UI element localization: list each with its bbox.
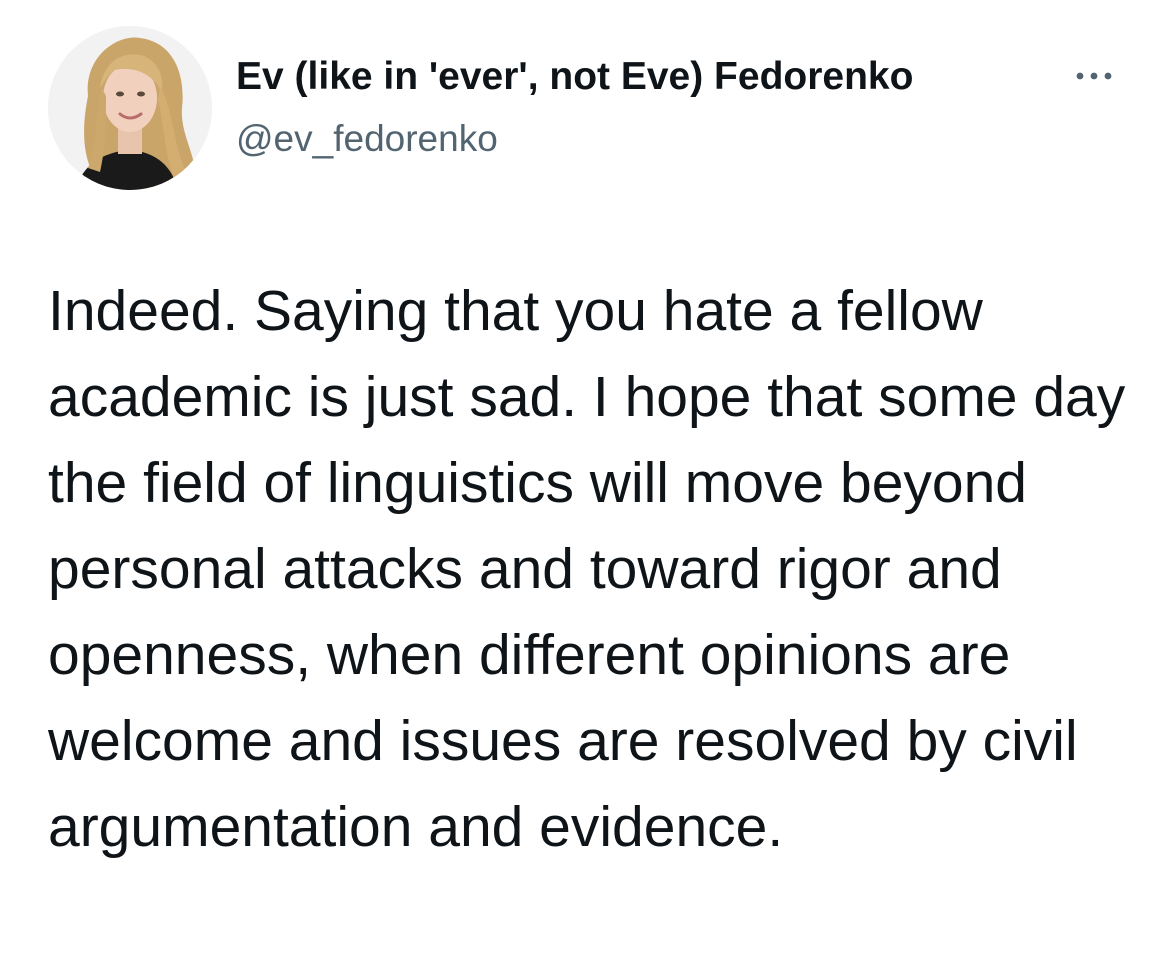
- ellipsis-icon[interactable]: [1072, 66, 1116, 86]
- profile-photo-icon: [48, 26, 212, 190]
- tweet-card: Ev (like in 'ever', not Eve) Fedorenko @…: [0, 0, 1170, 973]
- tweet-text: Indeed. Saying that you hate a fellow ac…: [48, 279, 1126, 859]
- avatar[interactable]: [48, 26, 212, 190]
- author-display-name[interactable]: Ev (like in 'ever', not Eve) Fedorenko: [236, 50, 913, 104]
- author-handle[interactable]: @ev_fedorenko: [236, 114, 498, 164]
